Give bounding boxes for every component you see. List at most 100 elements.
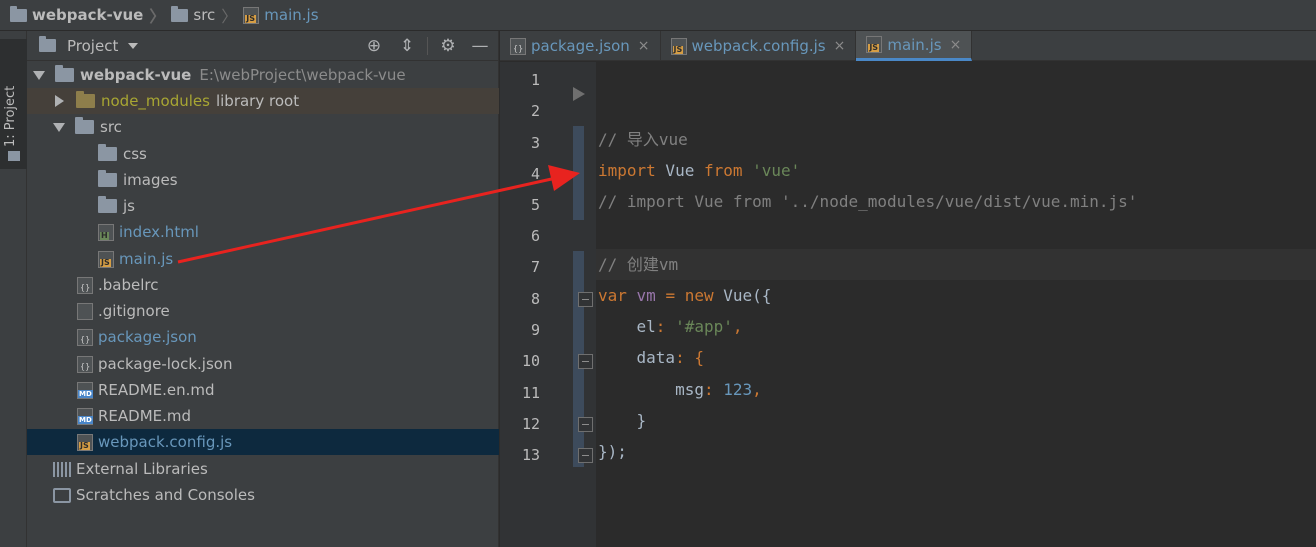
tree-item-index-html[interactable]: index.html bbox=[27, 219, 499, 245]
js-file-icon bbox=[243, 6, 260, 24]
line-number: 2 bbox=[530, 102, 540, 120]
code-keyword: import bbox=[598, 161, 656, 180]
code-punct: } bbox=[598, 411, 647, 430]
tree-item-label: package-lock.json bbox=[98, 355, 233, 373]
close-icon[interactable]: × bbox=[950, 37, 962, 53]
code-punct: : bbox=[655, 317, 676, 336]
gear-icon[interactable]: ⚙ bbox=[438, 36, 458, 56]
fold-icon[interactable] bbox=[578, 292, 593, 307]
code-operator: = bbox=[665, 286, 676, 305]
folder-icon bbox=[75, 117, 94, 134]
code-comment: // 创建vm bbox=[598, 255, 679, 274]
library-icon bbox=[53, 461, 71, 477]
tree-item-label: package.json bbox=[98, 328, 197, 346]
tree-item-label: External Libraries bbox=[76, 460, 208, 478]
breadcrumb-separator: 〉 bbox=[221, 7, 238, 26]
tree-item-babelrc[interactable]: .babelrc bbox=[27, 272, 499, 298]
code-line-12: } bbox=[596, 405, 1316, 436]
code-area[interactable]: // 导入vue import Vue from 'vue' // import… bbox=[596, 62, 1316, 547]
chevron-down-icon[interactable] bbox=[33, 70, 45, 80]
folder-icon bbox=[55, 65, 74, 82]
tree-item-main-js[interactable]: main.js bbox=[27, 246, 499, 272]
line-number: 13 bbox=[521, 446, 540, 464]
vcs-change-marker[interactable] bbox=[573, 126, 584, 220]
code-keyword: from bbox=[703, 161, 743, 180]
close-icon[interactable]: × bbox=[834, 38, 846, 54]
chevron-right-icon[interactable] bbox=[55, 95, 64, 107]
code-string: '#app' bbox=[675, 317, 733, 336]
line-number: 9 bbox=[530, 321, 540, 339]
tree-item-label: README.md bbox=[98, 407, 192, 425]
fold-icon[interactable] bbox=[578, 354, 593, 369]
tab-package-json[interactable]: package.json × bbox=[500, 31, 661, 61]
code-line-7: // 创建vm bbox=[596, 249, 1316, 280]
line-number: 11 bbox=[521, 384, 540, 402]
tree-item-node-modules[interactable]: node_modules library root bbox=[27, 88, 499, 114]
code-line-11: msg: 123, bbox=[596, 374, 1316, 405]
breadcrumb: webpack-vue 〉 src 〉 main.js bbox=[0, 0, 1316, 31]
target-icon[interactable]: ⊕ bbox=[364, 36, 384, 56]
tree-item-js[interactable]: js bbox=[27, 193, 499, 219]
tree-item-webpack-vue[interactable]: webpack-vue E:\webProject\webpack-vue bbox=[27, 62, 499, 88]
code-line-13: }); bbox=[596, 436, 1316, 467]
line-number: 7 bbox=[530, 258, 540, 276]
tree-item-gitignore[interactable]: .gitignore bbox=[27, 298, 499, 324]
fold-icon[interactable] bbox=[578, 448, 593, 463]
tree-item-webpack-config[interactable]: webpack.config.js bbox=[27, 429, 499, 455]
code-number: 123 bbox=[723, 380, 753, 399]
tree-item-src[interactable]: src bbox=[27, 114, 499, 140]
project-tool-tab[interactable]: 1: Project bbox=[0, 39, 27, 169]
code-property: msg bbox=[598, 380, 704, 399]
breadcrumb-project[interactable]: webpack-vue 〉 bbox=[10, 3, 171, 27]
tree-item-package-lock-json[interactable]: package-lock.json bbox=[27, 351, 499, 377]
line-number: 1 bbox=[530, 71, 540, 89]
code-comment: // 导入vue bbox=[598, 130, 688, 149]
tab-label: webpack.config.js bbox=[691, 37, 826, 55]
tool-window-strip: 1: Project bbox=[0, 31, 27, 547]
editor: package.json × webpack.config.js × main.… bbox=[500, 31, 1316, 547]
folder-icon bbox=[76, 91, 95, 108]
html-file-icon bbox=[98, 223, 114, 241]
run-icon[interactable] bbox=[573, 87, 585, 101]
tree-item-readme[interactable]: README.md bbox=[27, 403, 499, 429]
code-comment: // import Vue from '../node_modules/vue/… bbox=[598, 192, 1138, 211]
tree-item-css[interactable]: css bbox=[27, 141, 499, 167]
tree-item-readme-en[interactable]: README.en.md bbox=[27, 377, 499, 403]
tree-item-label: src bbox=[100, 118, 122, 136]
line-number: 12 bbox=[521, 415, 540, 433]
code-punct: : { bbox=[675, 348, 704, 367]
divider bbox=[427, 37, 428, 55]
tree-item-package-json[interactable]: package.json bbox=[27, 324, 499, 350]
tree-item-external-libraries[interactable]: External Libraries bbox=[27, 456, 499, 482]
code-identifier: Vue bbox=[655, 161, 704, 180]
code-keyword: var bbox=[598, 286, 627, 305]
code-line-5: // import Vue from '../node_modules/vue/… bbox=[596, 186, 1316, 217]
collapse-icon[interactable]: ⇕ bbox=[397, 36, 417, 56]
fold-icon[interactable] bbox=[578, 417, 593, 432]
tab-label: package.json bbox=[531, 37, 630, 55]
tree-item-label: README.en.md bbox=[98, 381, 215, 399]
tree-item-label: .gitignore bbox=[98, 302, 170, 320]
tree-item-path: E:\webProject\webpack-vue bbox=[199, 66, 406, 84]
close-icon[interactable]: × bbox=[638, 38, 650, 54]
chevron-down-icon[interactable] bbox=[128, 42, 139, 49]
js-file-icon bbox=[98, 250, 114, 268]
project-tool-tab-label: 1: Project bbox=[3, 85, 18, 147]
tree-item-images[interactable]: images bbox=[27, 167, 499, 193]
panel-title[interactable]: Project bbox=[67, 37, 118, 55]
breadcrumb-project-label: webpack-vue bbox=[32, 6, 144, 24]
json-file-icon bbox=[77, 355, 93, 373]
tab-main-js[interactable]: main.js × bbox=[856, 31, 973, 61]
line-number: 4 bbox=[530, 165, 540, 183]
code-property: data bbox=[598, 348, 676, 367]
breadcrumb-folder[interactable]: src 〉 bbox=[171, 3, 243, 27]
tree-item-scratches[interactable]: Scratches and Consoles bbox=[27, 482, 499, 508]
minimize-icon[interactable]: — bbox=[470, 36, 490, 56]
editor-tabs: package.json × webpack.config.js × main.… bbox=[500, 31, 1316, 61]
tab-label: main.js bbox=[887, 35, 942, 54]
tree-item-label: node_modules bbox=[101, 92, 210, 110]
code-line-3: // 导入vue bbox=[596, 124, 1316, 155]
breadcrumb-file[interactable]: main.js bbox=[243, 6, 319, 24]
tab-webpack-config[interactable]: webpack.config.js × bbox=[661, 31, 857, 61]
chevron-down-icon[interactable] bbox=[53, 122, 65, 132]
